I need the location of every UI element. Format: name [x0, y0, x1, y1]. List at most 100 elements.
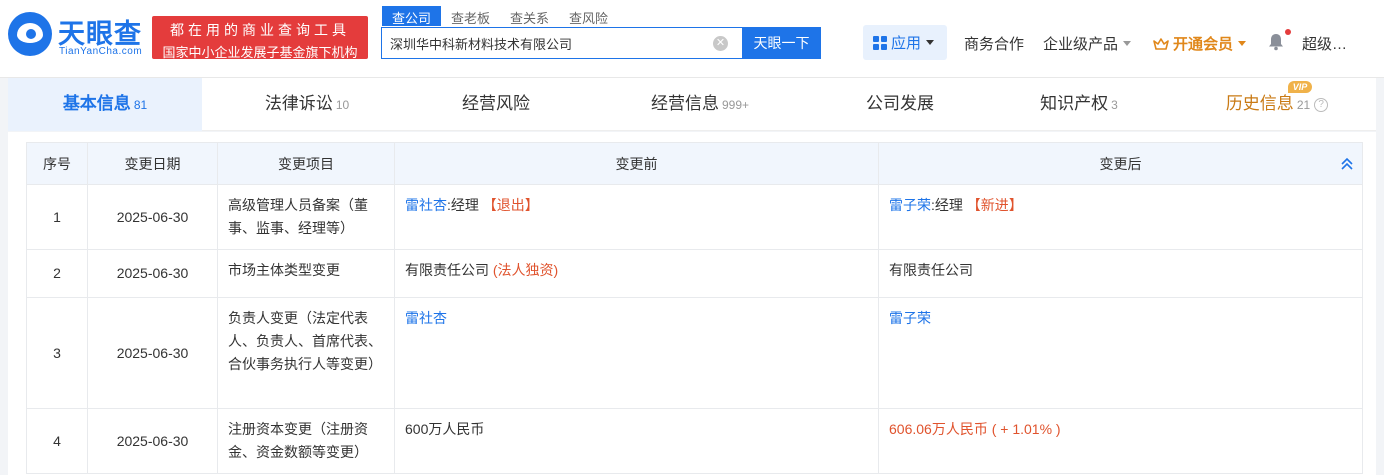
apps-button[interactable]: 应用: [863, 25, 947, 60]
person-link[interactable]: 雷社杏: [405, 197, 447, 213]
col-header-after-label: 变更后: [1099, 155, 1142, 172]
search-type-tabs: 查公司 查老板 查关系 查风险: [382, 6, 618, 26]
table-row: 4 2025-06-30 注册资本变更（注册资金、资金数额等变更） 600万人民…: [26, 408, 1363, 474]
tab-label: 经营信息: [650, 94, 719, 113]
brand-domain: TianYanCha.com: [59, 46, 143, 57]
before-text: 有限责任公司: [405, 262, 489, 278]
chevron-down-icon: [1238, 41, 1247, 46]
tab-basic-info[interactable]: 基本信息 81: [8, 78, 202, 131]
top-header: 天眼查 TianYanCha.com 都在用的商业查询工具 国家中小企业发展子基…: [0, 0, 1384, 78]
row-no: 2: [26, 249, 88, 298]
row-date: 2025-06-30: [87, 249, 218, 298]
nav-enterprise[interactable]: 企业级产品: [1043, 33, 1132, 54]
person-link[interactable]: 雷子荣: [889, 197, 931, 213]
role-text: :经理: [447, 197, 479, 213]
company-tabs: 基本信息 81 法律诉讼 10 经营风险 经营信息 999+ 公司发展 知识产权 3 历…: [8, 78, 1376, 131]
nav-enterprise-label: 企业级产品: [1043, 36, 1119, 53]
delta-text: ( + 1.01% ): [991, 421, 1061, 437]
slogan-banner: 都在用的商业查询工具 国家中小企业发展子基金旗下机构: [152, 16, 368, 60]
row-after: 606.06万人民币 ( + 1.01% ): [878, 408, 1363, 474]
row-date: 2025-06-30: [87, 184, 218, 250]
brand-logo[interactable]: 天眼查 TianYanCha.com: [8, 10, 148, 62]
tab-count: 81: [133, 98, 148, 112]
tab-count: 21: [1296, 98, 1311, 112]
tab-label: 基本信息: [62, 94, 131, 113]
tab-operations[interactable]: 经营信息 999+: [580, 78, 820, 131]
vip-badge: VIP: [1288, 81, 1312, 93]
row-no: 1: [26, 184, 88, 250]
user-menu[interactable]: 超级…: [1302, 33, 1347, 54]
nav-vip-label: 开通会员: [1173, 36, 1234, 53]
crown-icon: [1153, 37, 1169, 50]
row-before: 600万人民币: [394, 408, 879, 474]
change-record-table: 序号 变更日期 变更项目 变更前 变更后 1 2025-06-30 高级管理人员…: [26, 142, 1363, 474]
tab-development[interactable]: 公司发展: [820, 78, 980, 131]
row-date: 2025-06-30: [87, 297, 218, 409]
user-name: 超级…: [1302, 36, 1348, 53]
row-after: 雷子荣: [878, 297, 1363, 409]
nav-business-label: 商务合作: [964, 36, 1025, 53]
tab-risk[interactable]: 经营风险: [412, 78, 580, 131]
slogan-line-2: 国家中小企业发展子基金旗下机构: [162, 45, 358, 60]
search-box: ✕: [381, 27, 743, 59]
bell-icon[interactable]: [1268, 33, 1284, 51]
row-no: 3: [26, 297, 88, 409]
help-icon[interactable]: ?: [1314, 98, 1329, 112]
clear-icon[interactable]: ✕: [713, 36, 728, 51]
change-record-panel: 序号 变更日期 变更项目 变更前 变更后 1 2025-06-30 高级管理人员…: [8, 132, 1376, 475]
eye-logo-icon: [8, 12, 52, 56]
row-after: 有限责任公司: [878, 249, 1363, 298]
new-tag: 【新进】: [966, 197, 1023, 213]
type-tag: (法人独资): [492, 262, 559, 278]
slogan-line-1: 都在用的商业查询工具: [170, 22, 350, 38]
tab-count: 3: [1111, 98, 1118, 112]
row-item: 负责人变更（法定代表人、负责人、首席代表、合伙事务执行人等变更）: [217, 297, 395, 409]
exit-tag: 【退出】: [482, 197, 539, 213]
chevron-down-icon: [926, 40, 935, 45]
collapse-icon[interactable]: [1340, 157, 1354, 171]
search-tab-boss[interactable]: 查老板: [441, 6, 500, 26]
table-row: 1 2025-06-30 高级管理人员备案（董事、监事、经理等） 雷社杏:经理 …: [26, 184, 1363, 250]
row-item: 市场主体类型变更: [217, 249, 395, 298]
row-item: 注册资本变更（注册资金、资金数额等变更）: [217, 408, 395, 474]
person-link[interactable]: 雷子荣: [889, 310, 931, 326]
row-before: 雷社杏:经理 【退出】: [394, 184, 879, 250]
grid-icon: [873, 35, 887, 50]
search-button[interactable]: 天眼一下: [742, 27, 821, 59]
table-row: 2 2025-06-30 市场主体类型变更 有限责任公司 (法人独资) 有限责任…: [26, 249, 1363, 298]
chevron-down-icon: [1123, 41, 1132, 46]
row-before: 有限责任公司 (法人独资): [394, 249, 879, 298]
tab-label: 知识产权: [1040, 94, 1109, 113]
nav-vip[interactable]: 开通会员: [1153, 33, 1247, 54]
role-text: :经理: [931, 197, 963, 213]
after-text: 606.06万人民币: [889, 421, 988, 437]
search-tab-relation[interactable]: 查关系: [500, 6, 559, 26]
search-tab-risk[interactable]: 查风险: [559, 6, 618, 26]
table-row: 3 2025-06-30 负责人变更（法定代表人、负责人、首席代表、合伙事务执行…: [26, 297, 1363, 409]
notification-dot: [1285, 29, 1291, 35]
row-before: 雷社杏: [394, 297, 879, 409]
tab-ip[interactable]: 知识产权 3: [980, 78, 1178, 131]
nav-business[interactable]: 商务合作: [964, 33, 1024, 54]
search-tab-company[interactable]: 查公司: [382, 6, 442, 26]
search-input[interactable]: [390, 28, 710, 58]
tab-count: 999+: [721, 98, 750, 112]
person-link[interactable]: 雷社杏: [405, 310, 447, 326]
row-date: 2025-06-30: [87, 408, 218, 474]
tab-legal[interactable]: 法律诉讼 10: [202, 78, 412, 131]
table-header-row: 序号 变更日期 变更项目 变更前 变更后: [26, 142, 1363, 185]
tab-history[interactable]: 历史信息 21?: [1178, 78, 1376, 131]
col-header-item: 变更项目: [217, 142, 395, 185]
apps-label: 应用: [891, 35, 922, 52]
tab-label: 历史信息: [1225, 94, 1294, 113]
row-after: 雷子荣:经理 【新进】: [878, 184, 1363, 250]
col-header-after: 变更后: [878, 142, 1363, 185]
tab-count: 10: [335, 98, 350, 112]
col-header-no: 序号: [26, 142, 88, 185]
row-no: 4: [26, 408, 88, 474]
tab-label: 法律诉讼: [264, 94, 333, 113]
tab-label: 经营风险: [462, 94, 530, 113]
row-item: 高级管理人员备案（董事、监事、经理等）: [217, 184, 395, 250]
tab-label: 公司发展: [866, 94, 934, 113]
col-header-date: 变更日期: [87, 142, 218, 185]
